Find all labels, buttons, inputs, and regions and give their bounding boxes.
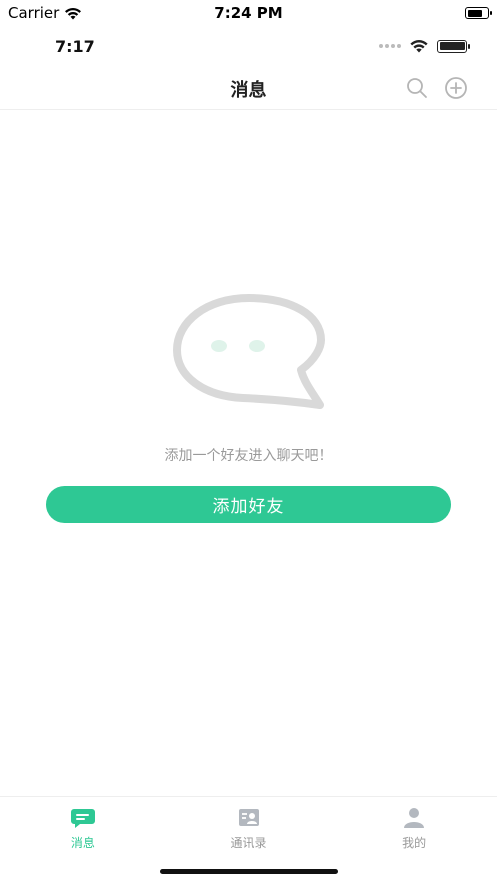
tab-contacts[interactable]: 通讯录 xyxy=(166,797,332,856)
tab-messages[interactable]: 消息 xyxy=(0,797,166,856)
tab-label: 消息 xyxy=(70,836,95,850)
profile-icon xyxy=(404,808,425,828)
plus-circle-icon[interactable] xyxy=(444,76,468,100)
tab-label: 通讯录 xyxy=(230,836,267,850)
tab-bar: 消息 通讯录 我的 xyxy=(0,796,497,856)
tab-profile[interactable]: 我的 xyxy=(331,797,497,856)
tab-label: 我的 xyxy=(402,836,427,850)
wifi-icon xyxy=(65,7,82,19)
carrier-group: Carrier xyxy=(8,4,82,22)
contacts-icon xyxy=(238,809,259,826)
carrier-label: Carrier xyxy=(8,4,60,22)
simulator-status-bar: Carrier 7:24 PM xyxy=(0,0,497,26)
message-icon xyxy=(70,809,95,828)
screen: Carrier 7:24 PM 7:17 消息 添加一个好友进入聊天吧！ 添加好… xyxy=(0,0,497,883)
battery-icon xyxy=(465,7,492,19)
app-status-indicators xyxy=(379,39,470,53)
navigation-bar: 消息 xyxy=(0,66,497,110)
app-status-bar: 7:17 xyxy=(0,26,497,66)
signal-icon xyxy=(379,44,401,48)
empty-state-message: 添加一个好友进入聊天吧！ xyxy=(164,448,333,464)
app-time: 7:17 xyxy=(55,36,95,56)
chat-bubble-icon xyxy=(173,294,325,409)
search-icon[interactable] xyxy=(405,76,429,100)
add-friend-button[interactable]: 添加好友 xyxy=(46,486,451,523)
home-indicator xyxy=(160,869,338,874)
battery-icon xyxy=(437,39,470,53)
wifi-icon xyxy=(410,40,428,53)
